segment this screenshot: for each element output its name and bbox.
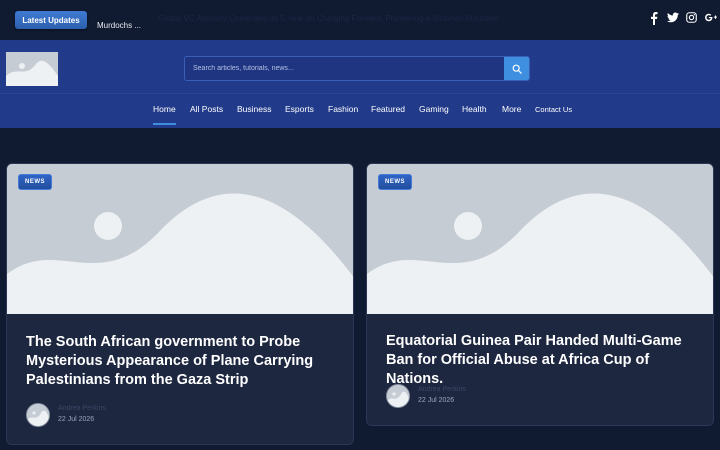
site-header: Home All Posts Business Esports Fashion … <box>0 40 720 128</box>
search-button[interactable] <box>504 57 529 80</box>
image-placeholder-icon <box>6 52 58 86</box>
nav-item-health[interactable]: Health <box>462 104 487 114</box>
image-placeholder-icon <box>7 164 353 314</box>
article-author: Andrea Perkins 22 Jul 2026 <box>26 403 226 427</box>
nav-item-contact-us[interactable]: Contact Us <box>535 105 572 114</box>
nav-item-business[interactable]: Business <box>237 104 272 114</box>
article-title[interactable]: The South African government to Probe My… <box>26 333 346 390</box>
post-date: 22 Jul 2026 <box>418 397 455 404</box>
article-title[interactable]: Equatorial Guinea Pair Handed Multi-Game… <box>386 332 706 389</box>
ticker-headline[interactable]: Global VC Advisory Celebrates its 5-Year… <box>158 14 499 23</box>
article-author: Andrea Perkins 22 Jul 2026 <box>386 384 586 408</box>
article-card[interactable]: NEWS Equatorial Guinea Pair Handed Multi… <box>366 163 714 426</box>
nav-item-more[interactable]: More <box>502 104 521 114</box>
search-bar <box>184 56 530 81</box>
nav-item-all-posts[interactable]: All Posts <box>190 104 223 114</box>
nav-item-esports[interactable]: Esports <box>285 104 314 114</box>
site-logo[interactable] <box>6 52 58 86</box>
google-plus-icon[interactable] <box>705 12 718 25</box>
instagram-icon[interactable] <box>686 12 697 25</box>
category-badge[interactable]: NEWS <box>18 174 52 190</box>
article-image[interactable]: NEWS <box>367 164 713 314</box>
post-date: 22 Jul 2026 <box>58 416 95 423</box>
avatar[interactable] <box>26 403 50 427</box>
header-divider <box>0 93 720 94</box>
nav-item-fashion[interactable]: Fashion <box>328 104 358 114</box>
nav-item-gaming[interactable]: Gaming <box>419 104 449 114</box>
latest-updates-button[interactable]: Latest Updates <box>15 11 87 29</box>
author-name[interactable]: Andrea Perkins <box>58 405 106 412</box>
article-card[interactable]: NEWS The South African government to Pro… <box>6 163 354 445</box>
top-bar: Latest Updates Murdochs ... Global VC Ad… <box>0 0 720 40</box>
twitter-icon[interactable] <box>667 12 679 25</box>
avatar-placeholder-icon <box>387 385 409 407</box>
search-icon <box>512 64 522 74</box>
image-placeholder-icon <box>367 164 713 314</box>
ticker-source[interactable]: Murdochs ... <box>97 21 149 31</box>
nav-item-home[interactable]: Home <box>153 104 176 114</box>
active-nav-indicator <box>153 123 176 125</box>
avatar[interactable] <box>386 384 410 408</box>
main-nav: Home All Posts Business Esports Fashion … <box>0 104 720 118</box>
social-links <box>648 12 718 25</box>
nav-item-featured[interactable]: Featured <box>371 104 405 114</box>
facebook-icon[interactable] <box>648 12 659 25</box>
search-input[interactable] <box>185 57 505 80</box>
author-name[interactable]: Andrea Perkins <box>418 386 466 393</box>
article-image[interactable]: NEWS <box>7 164 353 314</box>
category-badge[interactable]: NEWS <box>378 174 412 190</box>
avatar-placeholder-icon <box>27 404 49 426</box>
